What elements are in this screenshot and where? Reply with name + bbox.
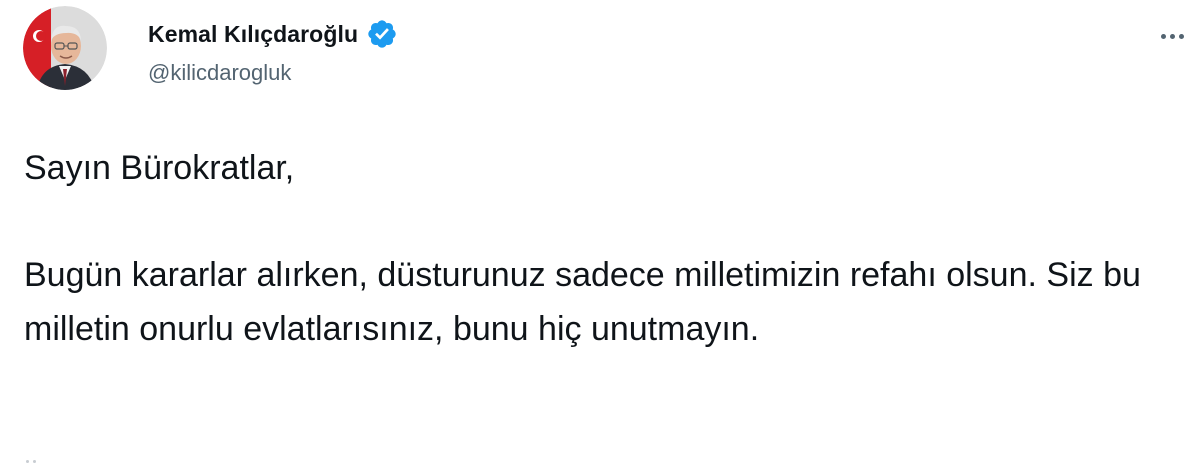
cut-text-fragment: [26, 460, 29, 463]
cut-text-fragment: [33, 460, 36, 463]
more-options-icon: [1160, 33, 1166, 39]
tweet-card: Kemal Kılıçdaroğlu @kilicdarogluk Sayın …: [0, 0, 1200, 467]
author-name-row[interactable]: Kemal Kılıçdaroğlu: [148, 14, 398, 54]
more-options-icon-dot: [1169, 33, 1175, 39]
timestamp-row-cut: [26, 460, 36, 463]
more-options-icon-dot: [1178, 33, 1184, 39]
avatar[interactable]: [23, 6, 107, 90]
verified-badge-icon: [366, 18, 398, 50]
author-handle[interactable]: @kilicdarogluk: [148, 60, 291, 86]
more-options-button[interactable]: [1152, 20, 1192, 52]
author-display-name[interactable]: Kemal Kılıçdaroğlu: [148, 21, 358, 48]
profile-photo-icon: [23, 6, 107, 90]
tweet-text: Sayın Bürokratlar, Bugün kararlar alırke…: [24, 149, 1141, 349]
